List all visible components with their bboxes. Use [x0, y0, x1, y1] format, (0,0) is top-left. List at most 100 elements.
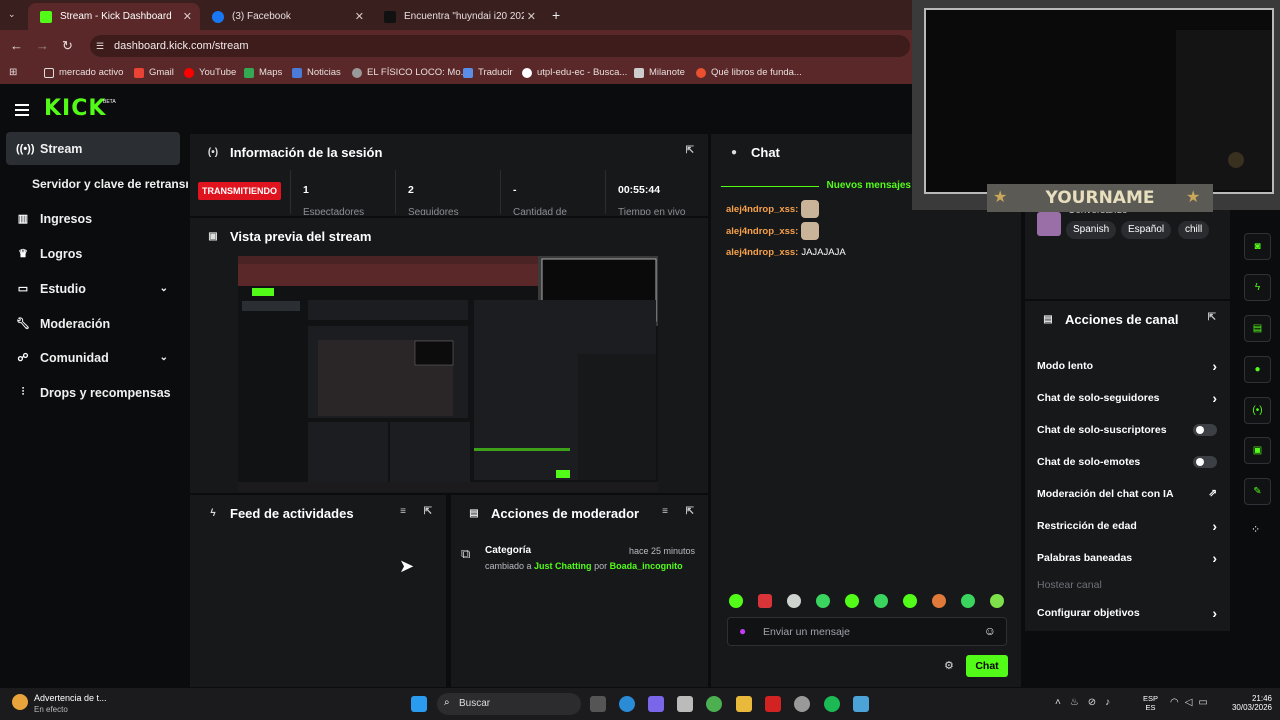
bookmark-maps[interactable]: Maps [244, 67, 282, 78]
chat-settings-icon[interactable]: ⚙ [944, 659, 954, 672]
emote-icon[interactable] [758, 594, 772, 608]
chat-username[interactable]: alej4ndrop_xss: [726, 204, 798, 215]
sidebar-item-estudio[interactable]: ▭ Estudio ⌄ [6, 272, 180, 305]
new-messages-label[interactable]: Nuevos mensajes [721, 180, 912, 192]
emote-icon[interactable] [961, 594, 975, 608]
bookmark-youtube[interactable]: YouTube [184, 67, 236, 78]
rail-more-icon[interactable]: ⁘ [1251, 523, 1260, 536]
rail-chat-icon[interactable]: ● [1244, 356, 1271, 383]
emote-icon[interactable] [903, 594, 917, 608]
sidebar-item-moderacion[interactable]: 🔧︎ Moderación [6, 307, 180, 340]
rail-broadcast-icon[interactable]: (•) [1244, 397, 1271, 424]
sidebar-item-drops[interactable]: ⫶ Drops y recompensas [6, 376, 180, 409]
sidebar-item-comunidad[interactable]: ☍ Comunidad ⌄ [6, 341, 180, 374]
windows-start-icon[interactable] [411, 696, 427, 712]
tab-list-button[interactable]: ⌄ [8, 9, 16, 20]
action-modo-lento[interactable]: Modo lento › [1037, 358, 1217, 374]
category-link[interactable]: Just Chatting [534, 561, 592, 571]
close-tab-icon[interactable]: ✕ [183, 10, 192, 23]
tag-spanish[interactable]: Spanish [1066, 221, 1117, 239]
site-info-icon[interactable]: ☰ [96, 41, 104, 52]
tab-tiktok[interactable]: Encuentra "huyndai i20 2026 ra ✕ [372, 3, 544, 30]
bookmark-traducir[interactable]: Traducir [463, 67, 513, 78]
emote-icon[interactable] [874, 594, 888, 608]
send-chat-button[interactable]: Chat [966, 655, 1008, 677]
action-restriccion-edad[interactable]: Restricción de edad › [1037, 518, 1217, 534]
emote-icon[interactable] [845, 594, 859, 608]
rail-lightning-icon[interactable]: ϟ [1244, 274, 1271, 301]
app-l-icon[interactable] [765, 696, 781, 712]
action-solo-seguidores[interactable]: Chat de solo-seguidores › [1037, 390, 1217, 406]
edge-icon[interactable] [619, 696, 635, 712]
channel-avatar[interactable] [1037, 212, 1061, 236]
filter-icon[interactable]: ≡ [400, 506, 406, 517]
forward-icon[interactable]: → [36, 38, 49, 53]
action-moderacion-ia[interactable]: Moderación del chat con IA ⇗ [1037, 488, 1217, 500]
toggle-switch[interactable] [1193, 456, 1217, 468]
rail-preview-icon[interactable]: ▣ [1244, 437, 1271, 464]
task-view-icon[interactable] [590, 696, 606, 712]
emote-icon[interactable] [816, 594, 830, 608]
file-explorer-icon[interactable] [736, 696, 752, 712]
emote-icon[interactable] [787, 594, 801, 608]
sidebar-item-stream[interactable]: ((•)) Stream [6, 132, 180, 165]
action-configurar-objetivos[interactable]: Configurar objetivos › [1037, 605, 1217, 621]
emote-icon[interactable] [729, 594, 743, 608]
chat-username[interactable]: alej4ndrop_xss: [726, 226, 798, 237]
chat-username[interactable]: alej4ndrop_xss: [726, 247, 798, 258]
rail-wrench-icon[interactable]: ✎ [1244, 478, 1271, 505]
emote-icon[interactable] [932, 594, 946, 608]
microphone-icon[interactable]: ● [739, 624, 746, 638]
chat-input[interactable]: ● Enviar un mensaje ☺ [727, 617, 1007, 646]
popout-icon[interactable]: ⇱ [686, 506, 694, 517]
bookmark-noticias[interactable]: Noticias [292, 67, 341, 78]
bookmark-fisico-loco[interactable]: EL FÍSICO LOCO: Mo... [352, 67, 469, 78]
language-indicator[interactable]: ESP ES [1143, 694, 1158, 712]
sidebar-item-ingresos[interactable]: ▥ Ingresos [6, 202, 180, 235]
bookmark-libros[interactable]: Qué libros de funda... [696, 67, 802, 78]
emote-icon[interactable] [990, 594, 1004, 608]
popout-icon[interactable]: ⇱ [1208, 312, 1216, 323]
action-solo-emotes[interactable]: Chat de solo-emotes [1037, 456, 1217, 468]
stream-preview-video[interactable] [238, 256, 658, 492]
tag-espanol[interactable]: Español [1121, 221, 1172, 239]
popout-icon[interactable]: ⇱ [686, 145, 694, 156]
tab-facebook[interactable]: (3) Facebook ✕ [200, 3, 372, 30]
action-solo-suscriptores[interactable]: Chat de solo-suscriptores [1037, 424, 1217, 436]
sidebar-item-servidor[interactable]: Servidor y clave de retransn [22, 167, 188, 200]
kick-logo[interactable]: KICK [44, 96, 106, 121]
close-tab-icon[interactable]: ✕ [355, 10, 364, 23]
emoji-icon[interactable]: ☺ [984, 624, 996, 638]
url-field[interactable]: ☰ dashboard.kick.com/stream [90, 35, 910, 57]
tab-kick-dashboard[interactable]: Stream - Kick Dashboard ✕ [28, 3, 200, 30]
close-tab-icon[interactable]: ✕ [527, 10, 536, 23]
bookmark-mercado-activo[interactable]: mercado activo [44, 67, 123, 78]
clock[interactable]: 21:46 30/03/2026 [1222, 694, 1272, 712]
menu-icon[interactable] [15, 104, 29, 119]
reload-icon[interactable]: ↻ [62, 38, 73, 54]
sidebar-item-logros[interactable]: ♛ Logros [6, 237, 180, 270]
tray-icons[interactable]: ˄♨⊘♪ [1055, 697, 1119, 708]
store-icon[interactable] [677, 696, 693, 712]
taskbar-search[interactable]: ⌕ Buscar [437, 693, 581, 715]
system-icons[interactable]: ◠◁▭ [1170, 697, 1214, 708]
user-link[interactable]: Boada_incognito [610, 561, 683, 571]
obs-icon[interactable] [794, 696, 810, 712]
copilot-icon[interactable] [648, 696, 664, 712]
rail-document-icon[interactable]: ▤ [1244, 315, 1271, 342]
filter-icon[interactable]: ≡ [662, 506, 668, 517]
tag-chill[interactable]: chill [1178, 221, 1210, 239]
bookmark-gmail[interactable]: Gmail [134, 67, 174, 78]
action-palabras-baneadas[interactable]: Palabras baneadas › [1037, 550, 1217, 566]
bookmark-utpl[interactable]: utpl-edu-ec - Busca... [522, 67, 627, 78]
bookmark-milanote[interactable]: Milanote [634, 67, 685, 78]
back-icon[interactable]: ← [10, 38, 23, 53]
new-tab-icon[interactable]: + [552, 7, 560, 23]
chrome-icon[interactable] [706, 696, 722, 712]
apps-icon[interactable]: ⊞ [9, 67, 17, 78]
popout-icon[interactable]: ⇱ [424, 506, 432, 517]
rail-camera-icon[interactable]: ◙ [1244, 233, 1271, 260]
notepad-icon[interactable] [853, 696, 869, 712]
notification-title[interactable]: Advertencia de t... [34, 693, 107, 703]
toggle-switch[interactable] [1193, 424, 1217, 436]
